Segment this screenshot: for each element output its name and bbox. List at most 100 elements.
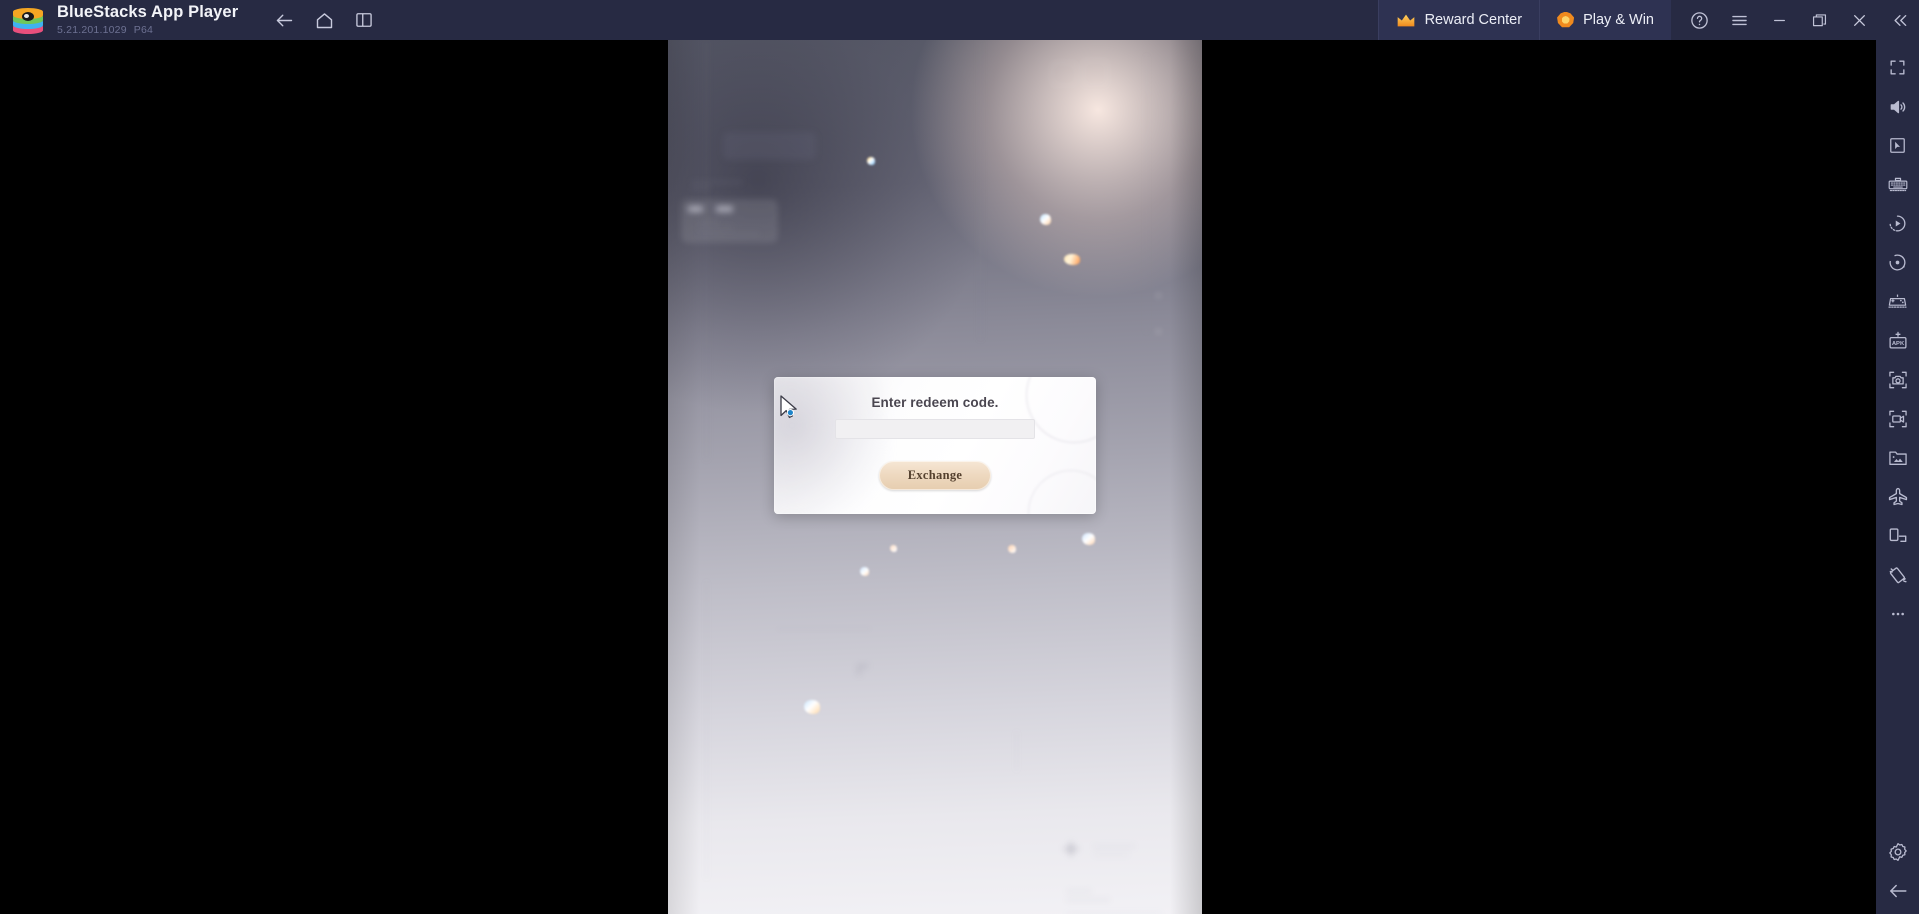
bg-ghost-plus <box>1064 848 1078 850</box>
ellipsis-icon <box>1891 612 1904 615</box>
minimize-icon <box>1773 19 1785 21</box>
bg-ghost-line <box>1146 54 1147 334</box>
bg-ghost-line <box>706 40 707 460</box>
sidebar-bottom-group <box>1876 832 1919 914</box>
bluestacks-window: BlueStacks App Player 5.21.201.1029 P64 <box>0 0 1919 914</box>
back-button[interactable] <box>264 0 304 40</box>
emulator-stage: Enter redeem code. Exchange <box>0 40 1876 914</box>
app-title: BlueStacks App Player <box>57 3 239 22</box>
video-record-icon <box>1888 410 1907 427</box>
bokeh-sparkle <box>1082 533 1095 545</box>
bg-ghost-line <box>698 233 760 235</box>
camera-screenshot-icon <box>1888 371 1907 388</box>
help-button[interactable] <box>1679 0 1719 40</box>
menu-button[interactable] <box>1719 0 1759 40</box>
sidebar-record[interactable] <box>1876 399 1919 438</box>
redeem-code-dialog: Enter redeem code. Exchange <box>774 377 1096 514</box>
bokeh-sparkle <box>867 157 875 165</box>
bokeh-sparkle <box>1064 254 1080 265</box>
bg-ghost-line <box>776 628 872 630</box>
crown-icon <box>1397 14 1414 26</box>
sidebar-keymapping-cursor[interactable] <box>1876 126 1919 165</box>
close-x-icon <box>1853 14 1865 26</box>
sidebar-shake[interactable] <box>1876 555 1919 594</box>
bg-ghost-tag <box>716 206 733 212</box>
reward-center-label: Reward Center <box>1424 12 1523 28</box>
svg-text:APK: APK <box>1891 340 1904 346</box>
bg-ghost-line <box>1093 845 1135 848</box>
gem-icon <box>1557 11 1575 28</box>
macro-play-icon <box>1889 215 1906 232</box>
sidebar-volume[interactable] <box>1876 87 1919 126</box>
home-button[interactable] <box>304 0 344 40</box>
collapse-sidebar-button[interactable] <box>1879 0 1919 40</box>
bg-ghost-dot <box>1157 330 1160 333</box>
shake-device-icon <box>1889 566 1907 583</box>
bg-ghost-frame <box>1082 60 1108 87</box>
title-bar: BlueStacks App Player 5.21.201.1029 P64 <box>0 0 1919 40</box>
restore-window-icon <box>1812 13 1826 26</box>
media-folder-icon <box>1888 450 1907 465</box>
sidebar-media-manager[interactable] <box>1876 438 1919 477</box>
bokeh-sparkle <box>1008 545 1016 553</box>
maximize-button[interactable] <box>1799 0 1839 40</box>
sidebar-rotate[interactable] <box>1876 516 1919 555</box>
app-version-number: 5.21.201.1029 <box>57 23 127 36</box>
close-button[interactable] <box>1839 0 1879 40</box>
bokeh-sparkle <box>860 567 869 576</box>
bg-ghost-line <box>698 227 734 229</box>
bg-ghost-line <box>1093 853 1129 856</box>
speaker-volume-icon <box>1890 100 1905 113</box>
apk-install-icon: APK <box>1888 331 1907 349</box>
copy-windows-icon <box>356 13 372 27</box>
bg-ghost-tag <box>688 206 703 212</box>
bokeh-sparkle <box>890 545 897 552</box>
sidebar-gyro[interactable] <box>1876 243 1919 282</box>
bg-ghost-corner <box>858 665 868 675</box>
sidebar-install-apk[interactable]: APK <box>1876 321 1919 360</box>
app-build-tag: P64 <box>133 23 154 36</box>
redeem-dialog-title: Enter redeem code. <box>871 395 999 410</box>
minimize-button[interactable] <box>1759 0 1799 40</box>
dialog-arc-decoration <box>1028 470 1096 514</box>
bg-ghost-line <box>1016 730 1017 772</box>
sidebar-keyboard[interactable] <box>1876 165 1919 204</box>
tools-sidebar: APK <box>1876 40 1919 914</box>
gamepad-icon <box>1888 294 1907 308</box>
sidebar-fullscreen[interactable] <box>1876 48 1919 87</box>
multi-instance-button[interactable] <box>344 0 384 40</box>
exchange-button[interactable]: Exchange <box>879 461 991 490</box>
dialog-arc-decoration <box>1026 377 1096 443</box>
bg-ghost-plus <box>1070 842 1072 856</box>
bg-ghost-line <box>1066 889 1092 893</box>
keyboard-icon <box>1888 177 1907 191</box>
sidebar-macro[interactable] <box>1876 204 1919 243</box>
game-viewport[interactable]: Enter redeem code. Exchange <box>668 40 1202 914</box>
sidebar-settings[interactable] <box>1876 832 1919 871</box>
fullscreen-icon <box>1890 60 1905 75</box>
arrow-left-icon <box>276 14 292 26</box>
gyroscope-icon <box>1889 254 1906 271</box>
play-and-win-button[interactable]: Play & Win <box>1539 0 1671 40</box>
titlebar-right-group: Reward Center Play & Win <box>1377 0 1919 40</box>
hamburger-menu-icon <box>1731 15 1747 25</box>
bg-ghost-box <box>723 132 816 160</box>
redeem-code-input[interactable] <box>835 419 1035 439</box>
sidebar-more[interactable] <box>1876 594 1919 633</box>
sidebar-screenshot[interactable] <box>1876 360 1919 399</box>
bokeh-sparkle <box>1040 214 1051 225</box>
bokeh-sparkle <box>804 700 820 714</box>
rotate-screen-icon <box>1889 527 1906 542</box>
airplane-icon <box>1888 487 1907 505</box>
play-and-win-label: Play & Win <box>1583 12 1654 28</box>
sidebar-back[interactable] <box>1876 871 1919 910</box>
bg-ghost-line <box>1066 898 1110 902</box>
bg-ghost-line <box>691 187 711 189</box>
sidebar-gamepad[interactable] <box>1876 282 1919 321</box>
cursor-in-frame-icon <box>1890 138 1905 153</box>
bg-ghost-dot <box>1157 294 1160 297</box>
sidebar-eco-mode[interactable] <box>1876 477 1919 516</box>
question-circle-icon <box>1690 11 1708 29</box>
reward-center-button[interactable]: Reward Center <box>1377 0 1540 40</box>
title-nav-group <box>264 0 384 40</box>
